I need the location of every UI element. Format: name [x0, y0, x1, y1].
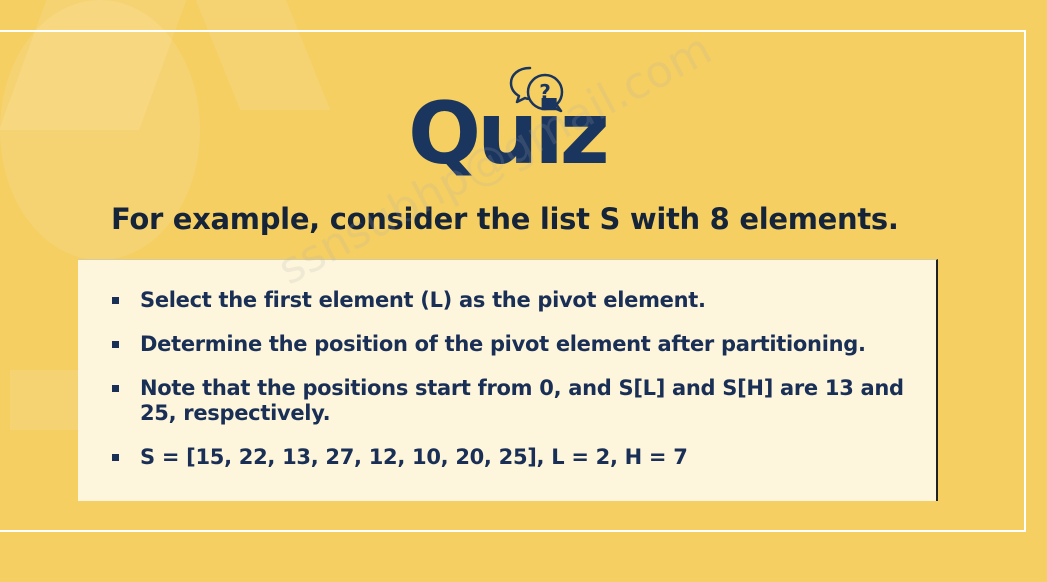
bullet-text: Determine the position of the pivot elem… — [140, 332, 866, 356]
question-headline: For example, consider the list S with 8 … — [111, 202, 899, 236]
bullet-text: S = [15, 22, 13, 27, 12, 10, 20, 25], L … — [140, 445, 688, 469]
bullet-text: Select the first element (L) as the pivo… — [140, 288, 706, 312]
list-item: Note that the positions start from 0, an… — [112, 376, 912, 426]
list-item: S = [15, 22, 13, 27, 12, 10, 20, 25], L … — [112, 445, 912, 470]
list-item: Determine the position of the pivot elem… — [112, 332, 912, 357]
bullet-text: Note that the positions start from 0, an… — [140, 376, 904, 425]
bullet-square-icon — [112, 454, 119, 461]
bullet-square-icon — [112, 385, 119, 392]
list-item: Select the first element (L) as the pivo… — [112, 288, 912, 313]
question-details-card: Select the first element (L) as the pivo… — [78, 259, 938, 501]
bullet-square-icon — [112, 341, 119, 348]
quiz-title: Quiz — [408, 84, 610, 184]
bullet-square-icon — [112, 297, 119, 304]
bullet-list: Select the first element (L) as the pivo… — [112, 288, 912, 489]
